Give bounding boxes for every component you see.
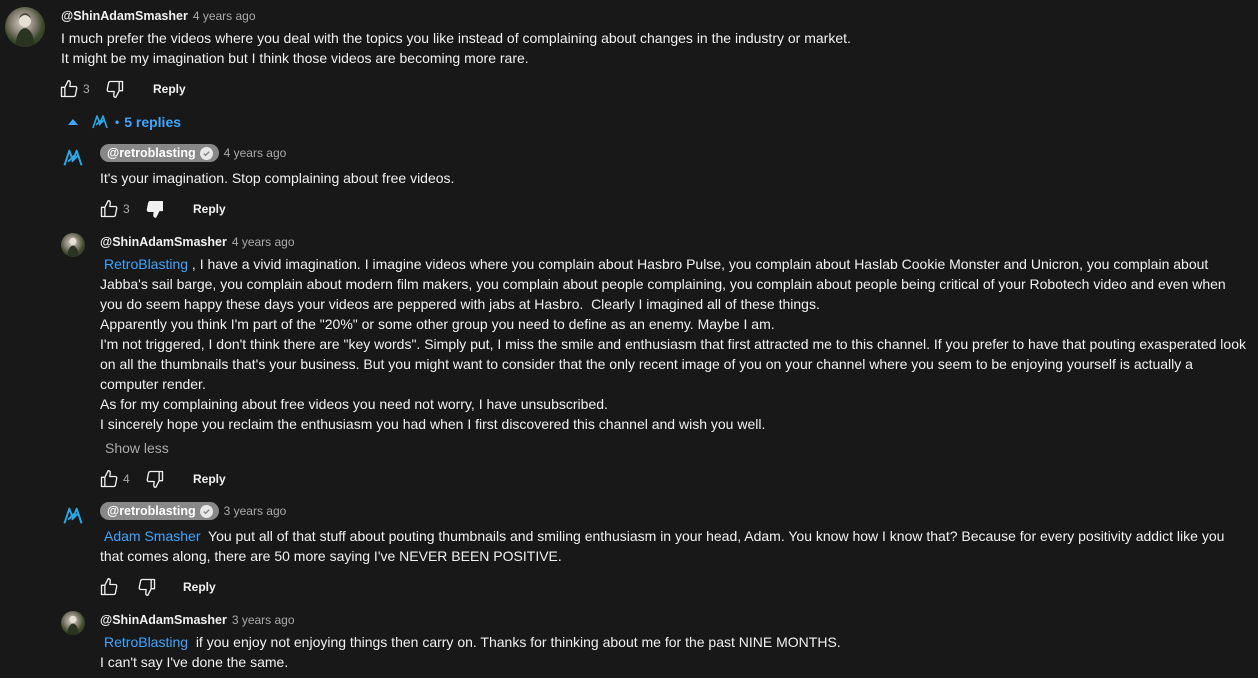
comment-text: It's your imagination. Stop complaining … <box>100 170 455 186</box>
comment-actions: 3 Reply <box>57 77 186 101</box>
author-name: @retroblasting <box>107 146 196 160</box>
comment-line: You put all of that stuff about pouting … <box>200 528 1225 544</box>
thumbs-down-icon[interactable] <box>143 467 167 491</box>
reply-button[interactable]: Reply <box>193 472 226 486</box>
comment-line: I much prefer the videos where you deal … <box>61 30 851 46</box>
author-badge[interactable]: @retroblasting <box>100 144 219 162</box>
author-avatar[interactable] <box>61 504 85 528</box>
mention-link[interactable]: RetroBlasting <box>104 634 188 650</box>
thumbs-down-icon[interactable] <box>135 575 159 599</box>
comment-time[interactable]: 4 years ago <box>193 9 256 23</box>
comment-line: computer render. <box>100 376 206 392</box>
author-avatar[interactable] <box>61 611 85 635</box>
comment-header: @ShinAdamSmasher 3 years ago <box>100 613 295 627</box>
comment-line: if you enjoy not enjoying things then ca… <box>188 634 841 650</box>
replies-toggle-button[interactable]: • 5 replies <box>66 113 181 131</box>
verified-check-icon <box>199 504 213 518</box>
reply-button[interactable]: Reply <box>153 82 186 96</box>
chevron-up-icon <box>66 119 80 125</box>
reply-button[interactable]: Reply <box>193 202 226 216</box>
replies-count-label: 5 replies <box>124 114 182 130</box>
comment-actions: 3 Reply <box>97 197 226 221</box>
comment-actions: 4 Reply <box>97 467 226 491</box>
mention-link[interactable]: Adam Smasher <box>104 528 200 544</box>
comment-line: I can't say I've done the same. <box>100 654 289 670</box>
author-name: @retroblasting <box>107 504 196 518</box>
comment-line: It might be my imagination but I think t… <box>61 50 529 66</box>
mention-link[interactable]: RetroBlasting <box>104 256 188 272</box>
author-badge[interactable]: @retroblasting <box>100 502 219 520</box>
author-avatar[interactable] <box>61 146 85 170</box>
replier-avatar-icon <box>91 113 109 131</box>
show-less-button[interactable]: Show less <box>105 440 169 456</box>
retroblasting-logo-icon <box>63 149 83 166</box>
comment-header: @retroblasting 4 years ago <box>100 144 286 162</box>
comment-line: , I have a vivid imagination. I imagine … <box>188 256 1209 272</box>
comment-line: Apparently you think I'm part of the "20… <box>100 316 775 332</box>
comment-header: @retroblasting 3 years ago <box>100 502 286 520</box>
comment-line: As for my complaining about free videos … <box>100 396 608 412</box>
author-name[interactable]: @ShinAdamSmasher <box>100 613 227 627</box>
thumbs-up-icon[interactable] <box>97 467 121 491</box>
author-avatar[interactable] <box>61 233 85 257</box>
thumbs-up-icon[interactable] <box>97 575 121 599</box>
comment-text: Adam Smasher You put all of that stuff a… <box>100 526 1252 566</box>
comment-header: @ShinAdamSmasher 4 years ago <box>100 235 295 249</box>
like-count: 3 <box>83 82 90 96</box>
comment-actions: Reply <box>97 575 216 599</box>
comment-time[interactable]: 3 years ago <box>232 613 295 627</box>
comment-time[interactable]: 4 years ago <box>232 235 295 249</box>
comment-line: Jabba's sail barge, you complain about m… <box>100 276 1226 292</box>
comment-line: you do seem happy these days your videos… <box>100 296 820 312</box>
reply-button[interactable]: Reply <box>183 580 216 594</box>
retroblasting-logo-icon <box>63 507 83 524</box>
comment-time[interactable]: 3 years ago <box>224 504 287 518</box>
thumbs-down-filled-icon[interactable] <box>143 197 167 221</box>
verified-check-icon <box>199 146 213 160</box>
comment-line: that comes along, there are 50 more sayi… <box>100 548 562 564</box>
author-name[interactable]: @ShinAdamSmasher <box>100 235 227 249</box>
thumbs-down-icon[interactable] <box>103 77 127 101</box>
comment-header: @ShinAdamSmasher 4 years ago <box>61 9 256 23</box>
comment-text: RetroBlasting if you enjoy not enjoying … <box>100 632 1252 672</box>
like-count: 4 <box>123 472 130 486</box>
comment-line: I'm not triggered, I don't think there a… <box>100 336 1246 352</box>
thumbs-up-icon[interactable] <box>57 77 81 101</box>
comment-time[interactable]: 4 years ago <box>224 146 287 160</box>
comment-text: I much prefer the videos where you deal … <box>61 28 851 68</box>
thumbs-up-icon[interactable] <box>97 197 121 221</box>
user-avatar-icon <box>67 237 79 257</box>
author-name[interactable]: @ShinAdamSmasher <box>61 9 188 23</box>
comment-line: on all the thumbnails that's your busine… <box>100 356 1193 372</box>
user-avatar-icon <box>15 13 35 47</box>
comment-text: RetroBlasting , I have a vivid imaginati… <box>100 254 1252 434</box>
like-count: 3 <box>123 202 130 216</box>
author-avatar[interactable] <box>5 7 45 47</box>
comment-line: I sincerely hope you reclaim the enthusi… <box>100 416 766 432</box>
separator: • <box>115 115 120 129</box>
user-avatar-icon <box>67 615 79 635</box>
